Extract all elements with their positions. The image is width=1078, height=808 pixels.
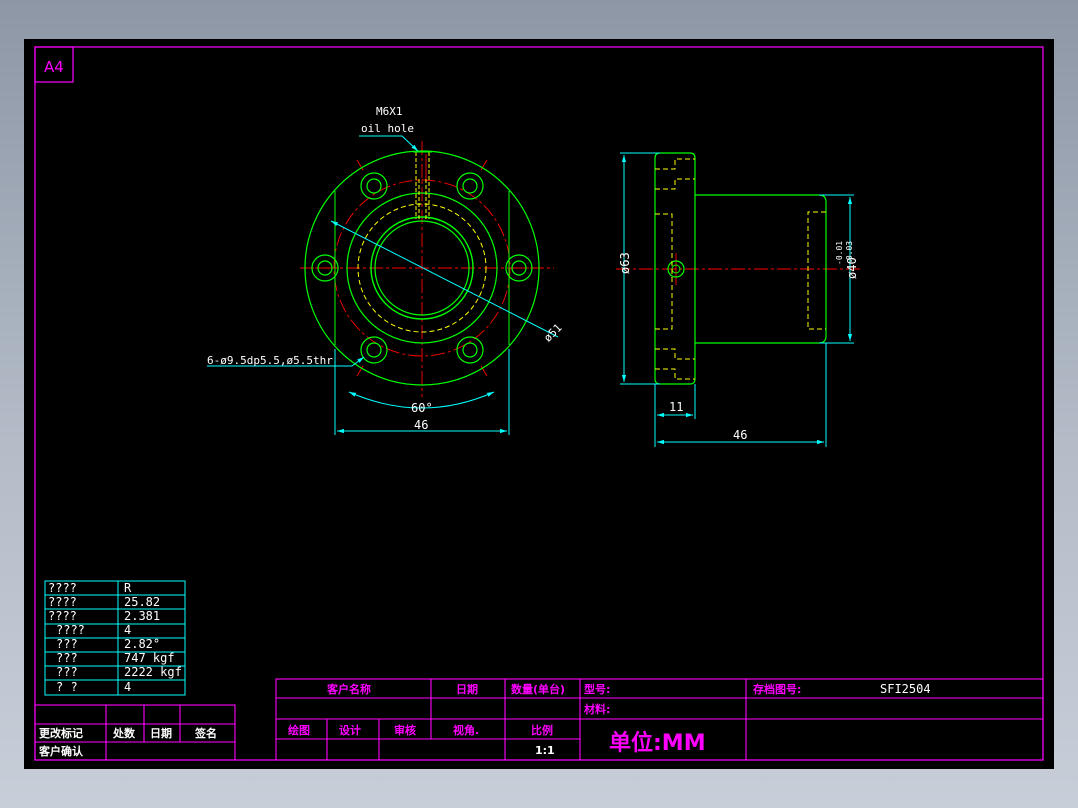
side-length-dimension-label: 46 — [733, 428, 747, 442]
title-scale-label: 比例 — [531, 723, 553, 737]
spec-key: ???? — [48, 595, 77, 609]
flange-diameter-label: ø63 — [618, 252, 632, 274]
revision-block: 更改标记 处数 日期 签名 客户确认 — [34, 704, 236, 761]
title-customer-name: 客户名称 — [326, 682, 371, 696]
bolt-hole-note: 6-ø9.5dp5.5,ø5.5thr — [207, 354, 333, 367]
body-tolerance-lower: -0.03 — [845, 241, 854, 265]
revision-date: 日期 — [150, 726, 172, 740]
drawing-border — [34, 46, 1044, 761]
revision-count: 处数 — [112, 726, 136, 740]
drawing-sheet: A4 M6X1 oil hole ø51 6-ø9.5dp5.5,ø5.5thr… — [24, 39, 1054, 769]
spec-key: ???? — [48, 609, 77, 623]
title-material: 材料: — [584, 702, 610, 716]
front-width-dimension-label: 46 — [414, 418, 428, 432]
title-drawn: 绘图 — [288, 723, 310, 737]
spec-key: ???? — [48, 581, 77, 595]
title-date: 日期 — [456, 682, 478, 696]
pcd-dimension-label: ø51 — [541, 321, 564, 344]
title-scale-value: 1:1 — [535, 744, 555, 757]
title-archive-label: 存档图号: — [753, 682, 801, 696]
title-qty: 数量(单台) — [511, 682, 565, 696]
title-model: 型号: — [584, 682, 610, 696]
spec-key: ??? — [56, 651, 78, 665]
sheet-size-label: A4 — [44, 58, 64, 76]
spec-key: ? ? — [56, 680, 78, 694]
revision-change-mark: 更改标记 — [39, 726, 83, 740]
oil-hole-thread-label: M6X1 — [376, 105, 403, 118]
oil-hole-label: oil hole — [361, 122, 414, 135]
spec-value: 2222 kgf — [124, 665, 182, 679]
spec-value: 4 — [124, 623, 131, 637]
spec-key: ??? — [56, 637, 78, 651]
title-view-angle: 视角. — [453, 723, 479, 737]
spec-table: ???? R ???? 25.82 ???? 2.381 ???? 4 ??? … — [44, 580, 186, 696]
title-design: 设计 — [339, 723, 361, 737]
angle-dimension-label: 60° — [411, 401, 433, 415]
revision-sign: 签名 — [194, 726, 217, 740]
title-check: 审核 — [394, 723, 416, 737]
spec-value: 4 — [124, 680, 131, 694]
spec-value: 747 kgf — [124, 651, 175, 665]
title-block: 客户名称 日期 数量(单台) 型号: 存档图号: 材料: 绘图 设计 审核 视角… — [275, 678, 1044, 761]
front-view: M6X1 oil hole ø51 6-ø9.5dp5.5,ø5.5thr 60… — [207, 105, 565, 435]
spec-key: ??? — [56, 665, 78, 679]
spec-key: ???? — [56, 623, 85, 637]
spec-value: 2.381 — [124, 609, 160, 623]
title-archive-number: SFI2504 — [880, 682, 931, 696]
oil-hole — [415, 152, 430, 219]
spec-value: 2.82° — [124, 637, 160, 651]
spec-value: 25.82 — [124, 595, 160, 609]
customer-confirm: 客户确认 — [38, 744, 84, 758]
body-tolerance-upper: -0.01 — [835, 241, 844, 265]
title-unit: 单位:MM — [609, 730, 706, 756]
flange-thickness-label: 11 — [669, 400, 683, 414]
side-view: ø63 ø40 -0.01 -0.03 11 46 — [616, 152, 862, 447]
spec-value: R — [124, 581, 132, 595]
